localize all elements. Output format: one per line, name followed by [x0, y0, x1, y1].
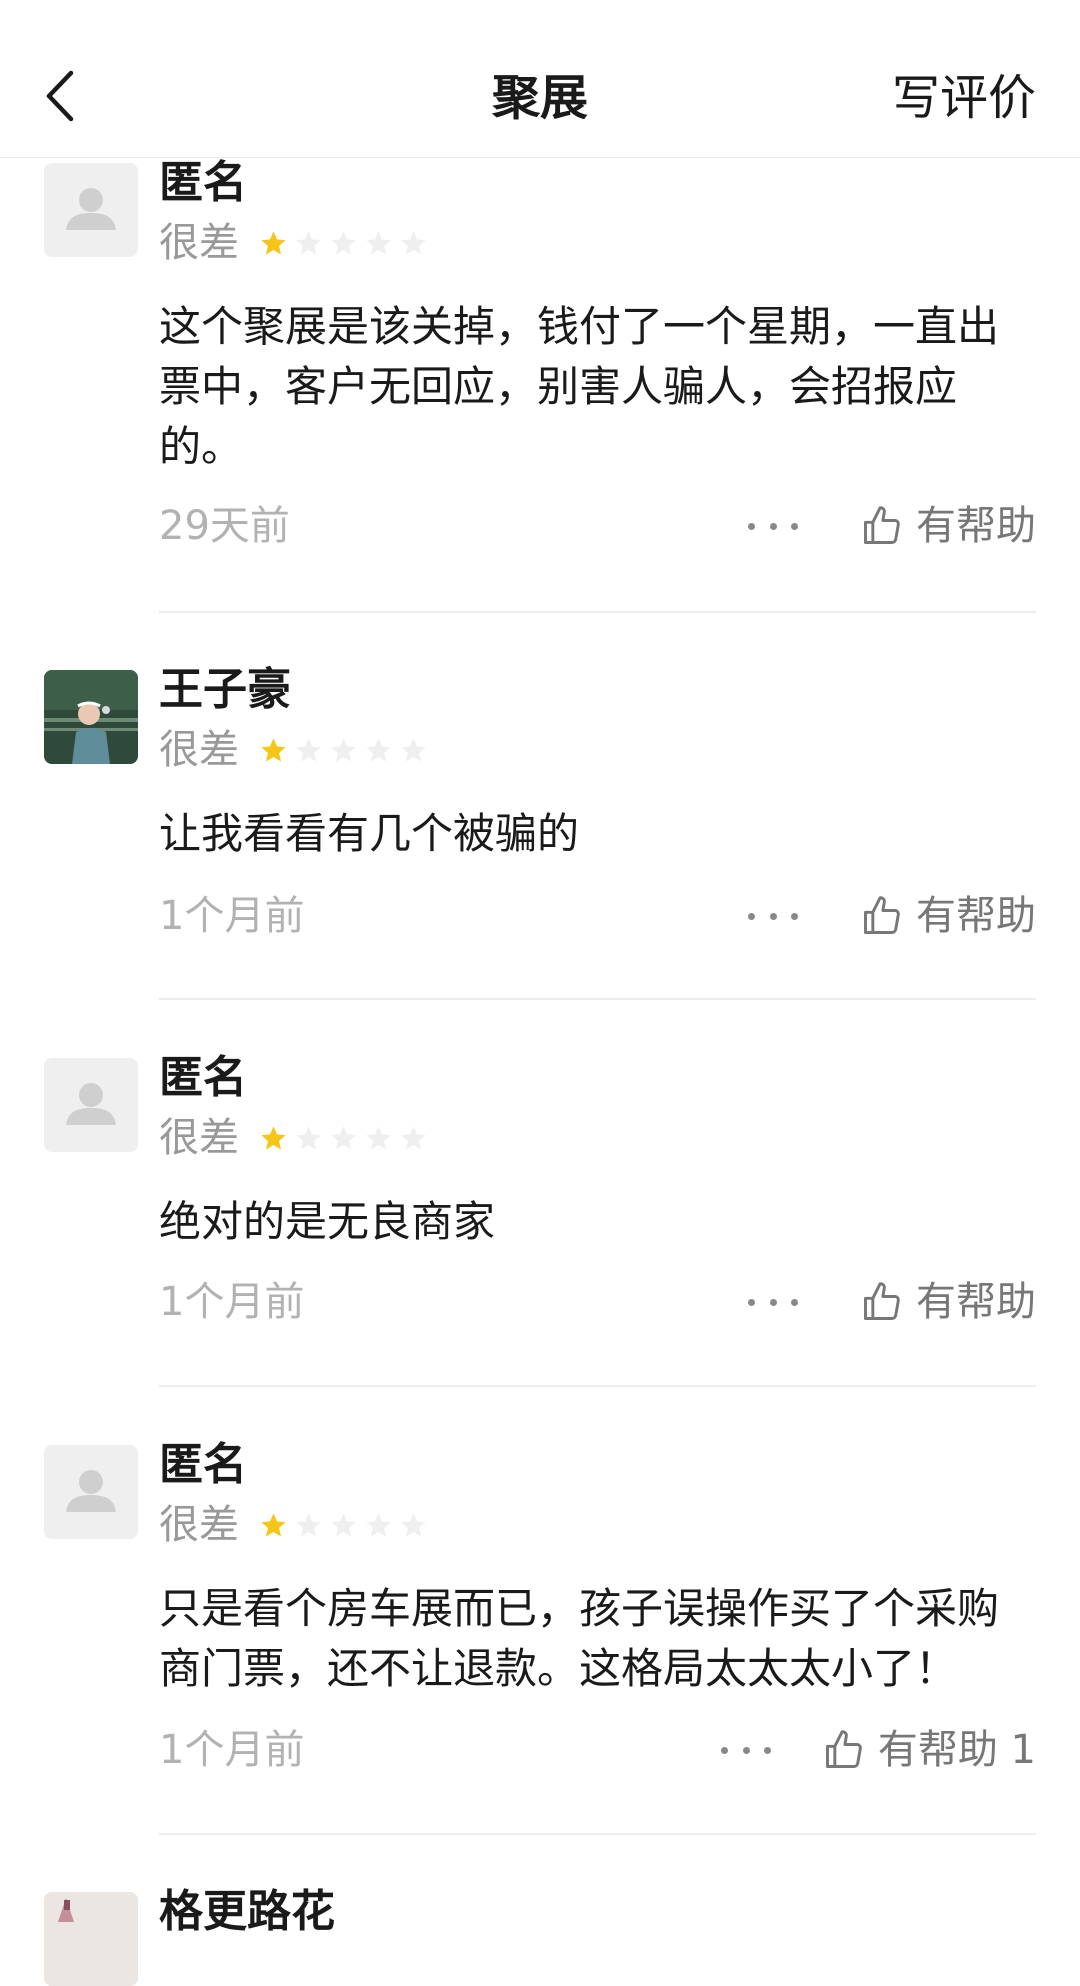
review-text: 绝对的是无良商家: [159, 1197, 496, 1246]
user-placeholder-icon: [66, 1470, 116, 1512]
thumbs-up-icon: [864, 506, 900, 544]
star-empty-icon: [366, 1125, 391, 1149]
rating-row: 很差: [159, 1110, 428, 1166]
helpful-label: 有帮助: [916, 1279, 1036, 1325]
star-empty-icon: [296, 1512, 321, 1536]
helpful-label: 有帮助: [916, 503, 1036, 549]
rating-row: 很差: [159, 215, 428, 271]
review-meta: 29天前 有帮助: [159, 496, 1036, 556]
more-dots-icon: [769, 522, 777, 530]
reviewer-name[interactable]: 匿名: [159, 1437, 247, 1493]
more-dots-icon: [748, 912, 755, 920]
review-text: 这个聚展是该关掉，钱付了一个星期，一直出票中，客户无回应，别害人骗人，会招报应的…: [159, 302, 1000, 471]
divider: [159, 1833, 1036, 1835]
star-empty-icon: [331, 1125, 356, 1149]
helpful-label: 有帮助: [916, 893, 1036, 939]
star-empty-icon: [296, 737, 321, 761]
divider: [159, 998, 1036, 1000]
review-time: 1个月前: [159, 1727, 305, 1773]
reviewer-name[interactable]: 匿名: [159, 1050, 247, 1106]
more-dots-icon: [791, 522, 798, 530]
rating-label: 很差: [159, 727, 239, 773]
user-photo-avatar: [44, 1892, 138, 1986]
rating-row: 很差: [159, 1497, 428, 1553]
star-empty-icon: [296, 230, 321, 254]
review-time: 1个月前: [159, 1279, 305, 1325]
avatar[interactable]: [44, 670, 138, 764]
avatar[interactable]: [44, 1445, 138, 1539]
star-empty-icon: [366, 737, 391, 761]
write-review-button[interactable]: 写评价: [892, 68, 1036, 128]
star-rating: [259, 736, 428, 765]
star-rating: [259, 1511, 428, 1540]
avatar[interactable]: [44, 163, 138, 257]
star-empty-icon: [366, 1512, 391, 1536]
top-nav-bar: 聚展 写评价: [0, 0, 1080, 158]
avatar[interactable]: [44, 1892, 138, 1986]
more-dots-icon: [791, 912, 798, 920]
review-text: 让我看看有几个被骗的: [159, 809, 580, 858]
rating-row: 很差: [159, 722, 428, 778]
more-dots-icon: [769, 912, 777, 920]
star-empty-icon: [331, 1512, 356, 1536]
star-rating: [259, 229, 428, 258]
more-dots-icon: [764, 1746, 771, 1754]
rating-label: 很差: [159, 220, 239, 266]
helpful-button[interactable]: 有帮助 1: [822, 1720, 1036, 1780]
more-options-button[interactable]: [748, 1286, 798, 1318]
star-filled-icon: [261, 230, 286, 254]
star-rating: [259, 1124, 428, 1153]
more-options-button[interactable]: [721, 1734, 771, 1766]
more-dots-icon: [742, 1746, 750, 1754]
helpful-button[interactable]: 有帮助: [860, 1272, 1036, 1332]
user-placeholder-icon: [66, 1083, 116, 1125]
review-meta: 1个月前 有帮助: [159, 886, 1036, 946]
star-filled-icon: [261, 737, 286, 761]
divider: [159, 611, 1036, 613]
helpful-button[interactable]: 有帮助: [860, 886, 1036, 946]
star-empty-icon: [366, 230, 391, 254]
helpful-label: 有帮助 1: [877, 1727, 1036, 1773]
review-meta: 1个月前 有帮助: [159, 1272, 1036, 1332]
star-empty-icon: [331, 737, 356, 761]
review-time: 29天前: [159, 503, 290, 549]
more-dots-icon: [748, 1298, 755, 1306]
more-options-button[interactable]: [748, 900, 798, 932]
user-placeholder-icon: [66, 188, 116, 230]
more-dots-icon: [791, 1298, 798, 1306]
divider: [159, 1385, 1036, 1387]
review-time: 1个月前: [159, 893, 305, 939]
more-dots-icon: [769, 1298, 777, 1306]
star-empty-icon: [401, 1512, 426, 1536]
reviewer-name[interactable]: 格更路花: [159, 1884, 335, 1940]
rating-label: 很差: [159, 1502, 239, 1548]
star-empty-icon: [331, 230, 356, 254]
star-empty-icon: [401, 1125, 426, 1149]
user-photo-avatar: [44, 670, 138, 764]
more-dots-icon: [748, 522, 755, 530]
thumbs-up-icon: [825, 1730, 862, 1768]
star-filled-icon: [261, 1125, 286, 1149]
star-empty-icon: [296, 1125, 321, 1149]
thumbs-up-icon: [864, 896, 900, 934]
review-meta: 1个月前 有帮助 1: [159, 1720, 1036, 1780]
avatar[interactable]: [44, 1058, 138, 1152]
star-empty-icon: [401, 230, 426, 254]
reviewer-name[interactable]: 匿名: [159, 155, 247, 211]
more-dots-icon: [721, 1746, 728, 1754]
rating-label: 很差: [159, 1115, 239, 1161]
star-empty-icon: [401, 737, 426, 761]
thumbs-up-icon: [864, 1282, 900, 1320]
helpful-button[interactable]: 有帮助: [860, 496, 1036, 556]
reviewer-name[interactable]: 王子豪: [159, 662, 291, 718]
review-text: 只是看个房车展而已，孩子误操作买了个采购商门票，还不让退款。这格局太太太小了！: [159, 1584, 1000, 1693]
more-options-button[interactable]: [748, 510, 798, 542]
star-filled-icon: [261, 1512, 286, 1536]
